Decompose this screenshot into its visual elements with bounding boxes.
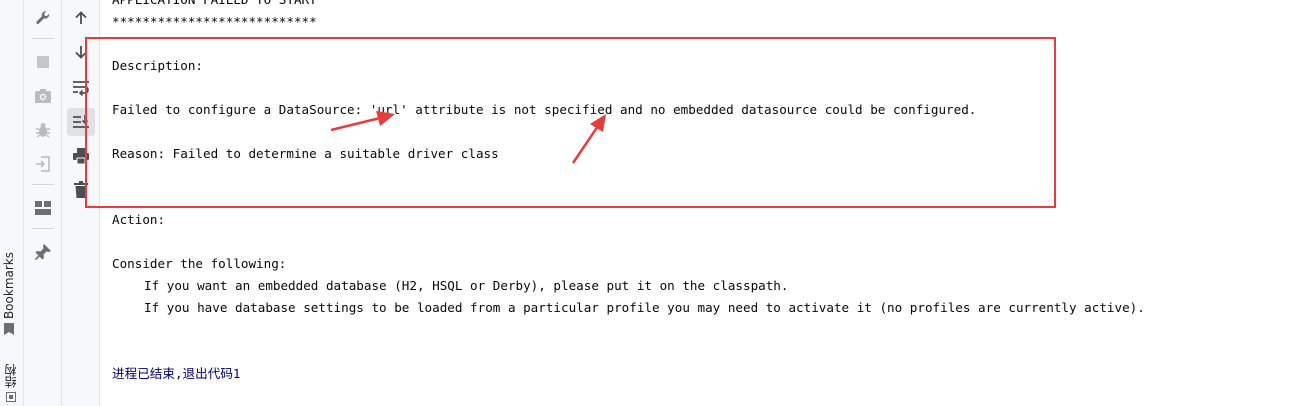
consider-text: Consider the following: [112,256,287,271]
stop-icon[interactable] [29,48,57,76]
bug-icon[interactable] [29,116,57,144]
suggestion-2: If you have database settings to be load… [144,300,1145,315]
structure-icon [5,392,16,402]
login-icon[interactable] [29,150,57,178]
run-toolbar-left [24,0,62,406]
annotation-highlight-box [85,37,1056,208]
camera-icon[interactable] [29,82,57,110]
exit-message: 进程已结束,退出代码1 [112,366,241,381]
bookmark-icon [4,323,14,336]
bookmarks-tab-label: Bookmarks [2,252,16,320]
wrench-icon[interactable] [29,4,57,32]
action-label: Action: [112,212,166,227]
pin-icon[interactable] [29,238,57,266]
console-header-title: APPLICATION FAILED TO START [112,0,317,8]
bookmarks-tab[interactable]: Bookmarks [2,252,16,336]
arrow-up-icon[interactable] [67,4,95,32]
structure-tab-label: 结构 [4,364,18,388]
suggestion-1: If you want an embedded database (H2, HS… [144,278,789,293]
console-stars: *************************** [112,14,317,29]
tool-window-stripe: Bookmarks 结构 [0,0,24,406]
structure-tab[interactable]: 结构 [2,364,19,402]
layout-icon[interactable] [29,194,57,222]
